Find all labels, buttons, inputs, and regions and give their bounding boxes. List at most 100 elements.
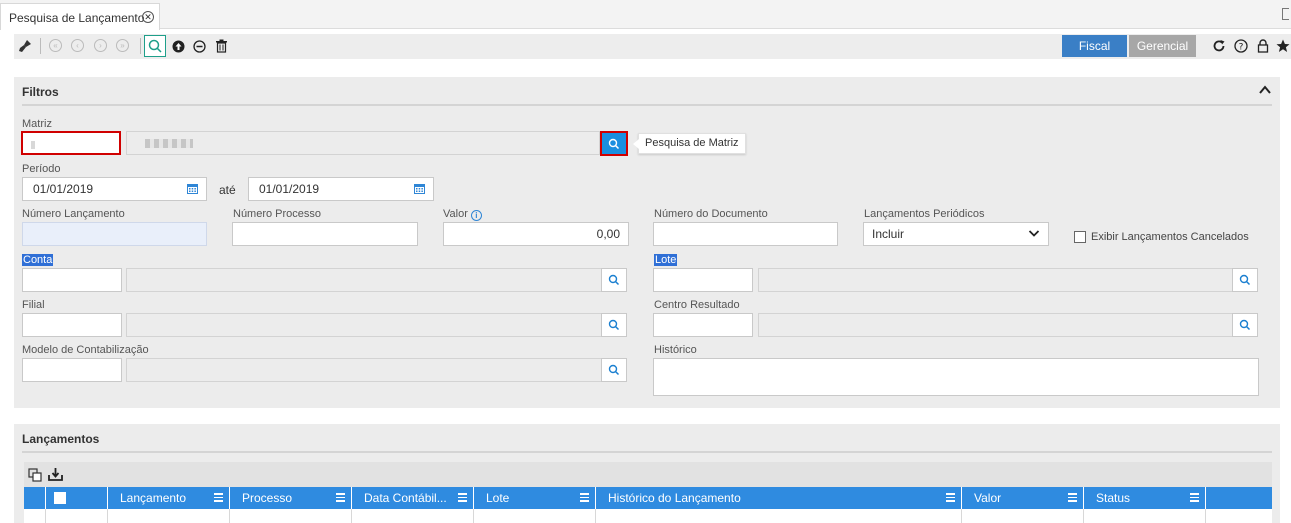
matriz-tooltip: Pesquisa de Matriz (633, 133, 746, 154)
calendar-icon[interactable] (187, 183, 198, 194)
calendar-icon[interactable] (414, 183, 425, 194)
tab-pesquisa-lancamento[interactable]: Pesquisa de Lançamento ✕ (0, 3, 160, 30)
table-cell (352, 509, 474, 523)
filial-code-input[interactable] (22, 313, 122, 337)
search-button[interactable] (144, 35, 166, 57)
lote-code-input[interactable] (653, 268, 753, 292)
column-menu-icon[interactable] (1068, 493, 1077, 502)
select-all-cell (46, 487, 108, 509)
fiscal-button[interactable]: Fiscal (1062, 35, 1127, 57)
table-cell (596, 509, 962, 523)
close-tab-icon[interactable]: ✕ (142, 11, 154, 23)
column-menu-icon[interactable] (214, 493, 223, 502)
filial-label: Filial (22, 299, 45, 311)
lote-description-input[interactable] (758, 268, 1233, 292)
grid-header-spacer (24, 487, 46, 509)
table-cell (108, 509, 230, 523)
matriz-code-input[interactable] (21, 131, 121, 155)
column-menu-icon[interactable] (336, 493, 345, 502)
next-record-icon[interactable]: › (94, 39, 107, 52)
select-all-checkbox[interactable] (54, 492, 66, 504)
copy-icon[interactable] (26, 466, 44, 484)
column-data-contabil[interactable]: Data Contábil... (352, 487, 474, 509)
star-icon[interactable] (1274, 37, 1291, 55)
lancamentos-periodicos-label: Lançamentos Periódicos (864, 208, 985, 220)
numero-processo-label: Número Processo (233, 208, 322, 220)
conta-code-input[interactable] (22, 268, 122, 292)
table-cell (1084, 509, 1206, 523)
centro-resultado-code-input[interactable] (653, 313, 753, 337)
column-menu-icon[interactable] (946, 493, 955, 502)
table-cell (46, 509, 108, 523)
filial-description-input[interactable] (126, 313, 602, 337)
matriz-label: Matriz (22, 118, 52, 130)
modelo-contabilizacao-description-input[interactable] (126, 358, 602, 382)
table-row[interactable] (24, 509, 1272, 523)
upload-icon[interactable] (169, 37, 187, 55)
column-valor[interactable]: Valor (962, 487, 1084, 509)
periodo-fim-input[interactable]: 01/01/2019 (248, 177, 434, 201)
tab-title: Pesquisa de Lançamento (9, 11, 145, 25)
numero-lancamento-input[interactable] (22, 222, 207, 246)
column-menu-icon[interactable] (580, 493, 589, 502)
column-menu-icon[interactable] (1190, 493, 1199, 502)
column-historico-lancamento[interactable]: Histórico do Lançamento (596, 487, 962, 509)
table-cell (962, 509, 1084, 523)
modelo-contabilizacao-search-button[interactable] (601, 358, 627, 382)
conta-description-input[interactable] (126, 268, 602, 292)
previous-record-icon[interactable]: ‹ (71, 39, 84, 52)
lock-icon[interactable] (1254, 37, 1272, 55)
table-cell (24, 509, 46, 523)
toolbar: « ‹ › » Fiscal Gerencial ? (14, 34, 1291, 59)
periodo-inicio-input[interactable]: 01/01/2019 (22, 177, 207, 201)
refresh-icon[interactable] (1210, 37, 1228, 55)
column-processo[interactable]: Processo (230, 487, 352, 509)
column-lote[interactable]: Lote (474, 487, 596, 509)
grid-toolbar (24, 462, 1272, 487)
chevron-up-icon[interactable] (1258, 83, 1272, 97)
lote-label: Lote (654, 254, 678, 266)
lote-search-button[interactable] (1232, 268, 1258, 292)
help-icon[interactable]: ? (1232, 37, 1250, 55)
centro-resultado-search-button[interactable] (1232, 313, 1258, 337)
conta-search-button[interactable] (601, 268, 627, 292)
valor-input[interactable]: 0,00 (443, 222, 629, 246)
last-record-icon[interactable]: » (116, 39, 129, 52)
exibir-cancelados-checkbox[interactable] (1074, 231, 1086, 243)
gerencial-button[interactable]: Gerencial (1129, 35, 1196, 57)
panel-toggle-icon[interactable] (1282, 8, 1289, 20)
lancamentos-periodicos-select[interactable]: Incluir (863, 222, 1049, 246)
modelo-contabilizacao-code-input[interactable] (22, 358, 122, 382)
info-icon[interactable]: i (470, 210, 482, 221)
toolbar-separator (140, 38, 141, 54)
divider (22, 451, 1272, 453)
numero-documento-input[interactable] (653, 222, 838, 246)
modelo-contabilizacao-label: Modelo de Contabilização (22, 344, 149, 356)
historico-textarea[interactable] (653, 358, 1259, 396)
periodo-label: Período (22, 163, 61, 175)
filtros-title: Filtros (22, 85, 59, 99)
column-menu-icon[interactable] (458, 493, 467, 502)
first-record-icon[interactable]: « (49, 39, 62, 52)
valor-label: Valor i (443, 208, 482, 221)
column-status[interactable]: Status (1084, 487, 1206, 509)
divider (22, 104, 1272, 106)
redacted-value (145, 139, 193, 148)
numero-processo-input[interactable] (232, 222, 418, 246)
grid-header: Lançamento Processo Data Contábil... Lot… (24, 487, 1272, 509)
centro-resultado-label: Centro Resultado (654, 299, 740, 311)
chevron-down-icon (1028, 230, 1040, 237)
numero-lancamento-label: Número Lançamento (22, 208, 125, 220)
matriz-description-input[interactable] (126, 131, 600, 155)
matriz-search-button[interactable] (600, 131, 628, 156)
broom-icon[interactable] (16, 37, 34, 55)
filial-search-button[interactable] (601, 313, 627, 337)
exibir-cancelados-label: Exibir Lançamentos Cancelados (1091, 231, 1249, 243)
export-icon[interactable] (46, 465, 64, 483)
table-cell (230, 509, 352, 523)
column-lancamento[interactable]: Lançamento (108, 487, 230, 509)
remove-icon[interactable] (190, 37, 208, 55)
centro-resultado-description-input[interactable] (758, 313, 1233, 337)
trash-icon[interactable] (212, 37, 230, 55)
lancamentos-title: Lançamentos (22, 432, 100, 446)
